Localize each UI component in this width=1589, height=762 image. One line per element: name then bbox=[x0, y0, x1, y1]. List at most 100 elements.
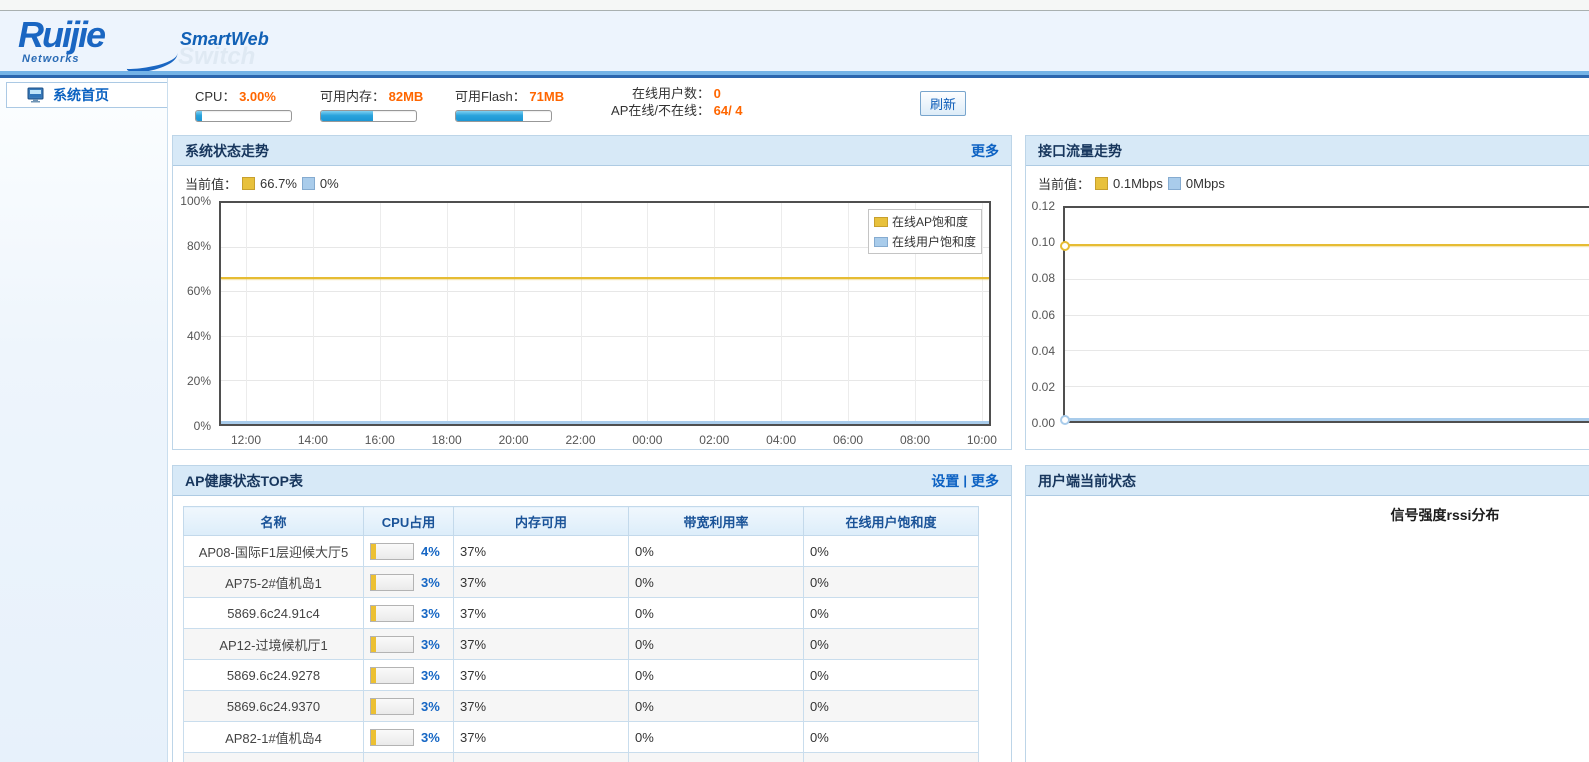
links-divider: | bbox=[963, 473, 967, 488]
ap-users-cell: 0% bbox=[804, 691, 979, 722]
cpu-percent-value: 3% bbox=[421, 730, 440, 745]
cpu-mini-bar-fill bbox=[371, 699, 376, 714]
flash-progress-fill bbox=[456, 111, 523, 121]
column-header: 内存可用 bbox=[454, 507, 629, 536]
ap-bandwidth-cell: 0% bbox=[629, 660, 804, 691]
table-row-partial bbox=[184, 753, 979, 762]
gridline bbox=[1065, 279, 1589, 280]
traffic-trend-panel: 接口流量走势 当前值： 0.1Mbps 0Mbps 0.120.100.080.… bbox=[1025, 135, 1589, 450]
cpu-mini-bar bbox=[370, 667, 414, 684]
cpu-mini-bar-fill bbox=[371, 575, 376, 590]
series-start-marker bbox=[1060, 241, 1070, 251]
ap-health-panel: AP健康状态TOP表 设置 | 更多 名称CPU占用内存可用带宽利用率在线用户饱… bbox=[172, 465, 1012, 762]
current-values-row: 当前值： 0.1Mbps 0Mbps bbox=[1038, 174, 1225, 193]
ap-online-label: AP在线/不在线： bbox=[598, 102, 710, 119]
cpu-mini-bar bbox=[370, 605, 414, 622]
current-label: 当前值： bbox=[1038, 174, 1090, 193]
ap-cpu-cell: 3% bbox=[364, 722, 454, 753]
empty-cell bbox=[804, 753, 979, 762]
flash-progress-bar bbox=[455, 110, 552, 122]
ap-bandwidth-cell: 0% bbox=[629, 691, 804, 722]
refresh-button[interactable]: 刷新 bbox=[920, 91, 966, 116]
logo-text: Ruijie bbox=[18, 14, 104, 55]
ap-cpu-cell: 3% bbox=[364, 660, 454, 691]
ap-memory-cell: 37% bbox=[454, 536, 629, 567]
ap-users-cell: 0% bbox=[804, 629, 979, 660]
ap-memory-cell: 37% bbox=[454, 691, 629, 722]
memory-progress-bar bbox=[320, 110, 417, 122]
cpu-percent-value: 4% bbox=[421, 544, 440, 559]
rx-swatch bbox=[1168, 177, 1181, 190]
empty-cell bbox=[454, 753, 629, 762]
table-row: 5869.6c24.93703%37%0%0% bbox=[184, 691, 979, 722]
cpu-mini-bar bbox=[370, 636, 414, 653]
ap-cpu-cell: 3% bbox=[364, 691, 454, 722]
ap-cpu-cell: 3% bbox=[364, 567, 454, 598]
series-line-yellow bbox=[221, 277, 989, 279]
ap-cpu-cell: 3% bbox=[364, 629, 454, 660]
column-header: 带宽利用率 bbox=[629, 507, 804, 536]
memory-value: 82MB bbox=[389, 89, 424, 104]
legend-swatch-blue bbox=[874, 237, 888, 247]
sidebar-item-home[interactable]: 系统首页 bbox=[6, 82, 167, 108]
ap-users-cell: 0% bbox=[804, 536, 979, 567]
table-row: 5869.6c24.92783%37%0%0% bbox=[184, 660, 979, 691]
client-status-header: 用户端当前状态 bbox=[1026, 466, 1589, 496]
x-axis-tick: 00:00 bbox=[632, 433, 662, 447]
y-axis-tick: 100% bbox=[180, 194, 211, 208]
table-row: AP12-过境候机厅13%37%0%0% bbox=[184, 629, 979, 660]
ap-name-cell: AP08-国际F1层迎候大厅5 bbox=[184, 536, 364, 567]
ap-health-table: 名称CPU占用内存可用带宽利用率在线用户饱和度 AP08-国际F1层迎候大厅54… bbox=[183, 506, 979, 762]
table-row: AP75-2#值机岛13%37%0%0% bbox=[184, 567, 979, 598]
logo-subtext: Networks bbox=[22, 53, 80, 65]
top-strip bbox=[0, 0, 1589, 11]
ap-memory-cell: 37% bbox=[454, 567, 629, 598]
cpu-progress-bar bbox=[195, 110, 292, 122]
cpu-percent-value: 3% bbox=[421, 699, 440, 714]
cpu-mini-bar-fill bbox=[371, 668, 376, 683]
gridline bbox=[714, 203, 715, 424]
rssi-chart-title: 信号强度rssi分布 bbox=[1026, 505, 1589, 525]
settings-link[interactable]: 设置 bbox=[931, 471, 959, 491]
x-axis-tick: 10:00 bbox=[967, 433, 997, 447]
legend-label-ap: 在线AP饱和度 bbox=[892, 213, 968, 230]
system-trend-chart: 在线AP饱和度 在线用户饱和度 bbox=[219, 201, 991, 426]
panel-title: 系统状态走势 bbox=[185, 141, 971, 161]
current-label: 当前值： bbox=[185, 174, 237, 193]
gridline bbox=[380, 203, 381, 424]
cpu-percent-value: 3% bbox=[421, 637, 440, 652]
ap-bandwidth-cell: 0% bbox=[629, 598, 804, 629]
legend-swatch-yellow bbox=[874, 217, 888, 227]
gridline bbox=[221, 291, 989, 292]
more-link[interactable]: 更多 bbox=[971, 141, 999, 161]
ap-cpu-cell: 4% bbox=[364, 536, 454, 567]
product-name: SmartWeb bbox=[180, 29, 269, 50]
gridline bbox=[581, 203, 582, 424]
ap-users-cell: 0% bbox=[804, 722, 979, 753]
cpu-mini-bar bbox=[370, 698, 414, 715]
legend-entry-ap: 在线AP饱和度 bbox=[874, 213, 976, 230]
series-line-yellow bbox=[1065, 244, 1589, 246]
flash-value: 71MB bbox=[529, 89, 564, 104]
ap-saturation-current: 66.7% bbox=[260, 176, 297, 191]
y-axis-tick: 40% bbox=[187, 329, 211, 343]
tx-current: 0.1Mbps bbox=[1113, 176, 1163, 191]
more-link[interactable]: 更多 bbox=[971, 471, 999, 491]
cpu-percent-value: 3% bbox=[421, 668, 440, 683]
gridline bbox=[848, 203, 849, 424]
cpu-mini-bar bbox=[370, 543, 414, 560]
traffic-trend-header: 接口流量走势 bbox=[1026, 136, 1589, 166]
x-axis-tick: 16:00 bbox=[365, 433, 395, 447]
ap-cpu-cell: 3% bbox=[364, 598, 454, 629]
ap-name-cell: AP12-过境候机厅1 bbox=[184, 629, 364, 660]
legend-label-user: 在线用户饱和度 bbox=[892, 233, 976, 250]
traffic-trend-chart bbox=[1063, 206, 1589, 423]
gridline bbox=[1065, 386, 1589, 387]
series-line-blue bbox=[1065, 418, 1589, 421]
flash-stat: 可用Flash： 71MB bbox=[455, 86, 564, 122]
panel-title: 接口流量走势 bbox=[1038, 141, 1589, 161]
chart-legend: 在线AP饱和度 在线用户饱和度 bbox=[868, 209, 982, 254]
ap-users-cell: 0% bbox=[804, 598, 979, 629]
ap-memory-cell: 37% bbox=[454, 660, 629, 691]
current-values-row: 当前值： 66.7% 0% bbox=[185, 174, 339, 193]
